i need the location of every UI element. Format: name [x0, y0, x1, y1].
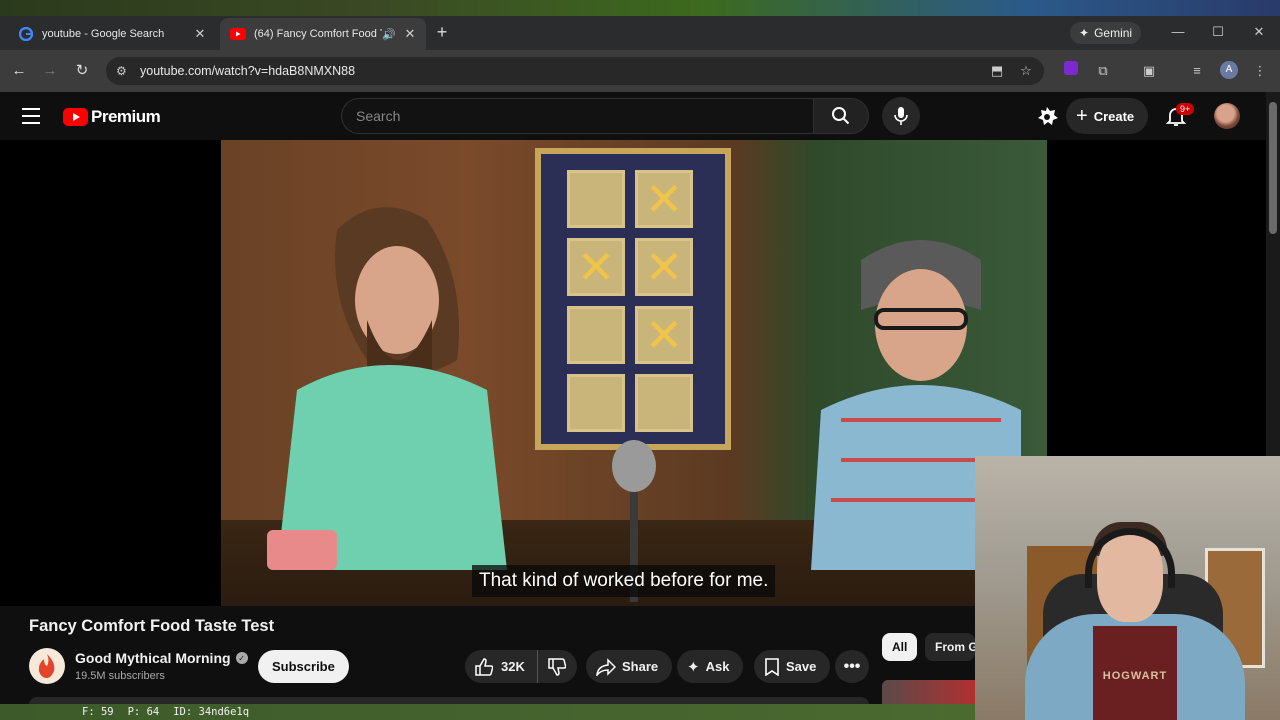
thumbs-up-icon: [475, 657, 493, 676]
create-button[interactable]: + Create: [1066, 98, 1149, 134]
channel-name[interactable]: Good Mythical Morning ✓: [75, 650, 248, 666]
like-button[interactable]: 32K: [465, 650, 538, 683]
search-box[interactable]: [341, 98, 813, 134]
shirt-print-text: HOGWART: [1102, 670, 1168, 682]
dislike-button[interactable]: [538, 657, 566, 676]
sparkle-icon: ✦: [687, 658, 700, 676]
browser-menu-icon[interactable]: ⋮: [1250, 61, 1270, 81]
chip-from-channel[interactable]: From G: [925, 633, 975, 661]
site-info-icon[interactable]: ⚙: [116, 64, 132, 78]
media-controls-icon[interactable]: ≡: [1187, 61, 1207, 81]
tab-google-search[interactable]: youtube - Google Search ✕: [8, 18, 216, 50]
sparkle-icon: ✦: [1079, 26, 1090, 40]
channel-avatar[interactable]: [29, 648, 65, 684]
status-frames: F: 59: [82, 706, 114, 718]
like-dislike-group: 32K: [465, 650, 577, 683]
create-label: Create: [1093, 108, 1135, 124]
extensions-puzzle-icon[interactable]: ⧉: [1093, 61, 1113, 81]
stream-status-bar: F: 59 P: 64 ID: 34nd6e1q: [0, 704, 975, 720]
host-left-figure: [267, 207, 507, 570]
maximize-icon[interactable]: ☐: [1208, 24, 1228, 40]
save-button[interactable]: Save: [754, 650, 831, 683]
bookmark-icon: [765, 657, 779, 676]
search-input[interactable]: [342, 99, 813, 133]
bookmark-star-icon[interactable]: ☆: [1016, 61, 1036, 81]
share-button[interactable]: Share: [586, 650, 673, 683]
notification-count-badge: 9+: [1176, 103, 1195, 115]
flame-logo-icon: [38, 654, 55, 678]
youtube-logo[interactable]: Premium: [63, 107, 161, 127]
account-avatar[interactable]: [1214, 103, 1240, 129]
plus-icon: +: [1076, 104, 1088, 127]
speaker-icon[interactable]: 🔊: [382, 28, 396, 41]
channel-name-text[interactable]: Good Mythical Morning: [75, 650, 231, 666]
search-button[interactable]: [813, 98, 869, 134]
browser-profile-avatar[interactable]: A: [1220, 61, 1238, 79]
window-close-icon[interactable]: ✕: [1249, 24, 1269, 40]
tab-youtube-video[interactable]: (64) Fancy Comfort Food Ta 🔊 ✕: [220, 18, 426, 50]
close-icon[interactable]: ✕: [192, 26, 208, 42]
subscriber-count: 19.5M subscribers: [75, 670, 165, 682]
new-tab-button[interactable]: +: [432, 22, 452, 43]
back-arrow-icon[interactable]: ←: [9, 61, 29, 81]
more-actions-button[interactable]: •••: [835, 650, 869, 683]
ask-label: Ask: [705, 659, 730, 674]
search-icon: [832, 107, 850, 125]
subscribe-button[interactable]: Subscribe: [258, 650, 349, 683]
more-horizontal-icon: •••: [843, 657, 861, 675]
ask-button[interactable]: ✦ Ask: [677, 650, 744, 683]
minimize-icon[interactable]: —: [1168, 24, 1188, 39]
reload-icon[interactable]: ↻: [72, 61, 92, 81]
close-icon[interactable]: ✕: [402, 26, 418, 42]
tab-title: youtube - Google Search: [42, 28, 165, 40]
guide-menu-icon[interactable]: [22, 108, 40, 124]
video-frame[interactable]: ✕ ✕ ✕ ✕ That kind of worked before for m…: [221, 140, 1047, 606]
install-app-icon[interactable]: ⬒: [987, 61, 1007, 81]
verified-check-icon: ✓: [235, 652, 248, 664]
creator-tools-icon[interactable]: [1036, 105, 1058, 127]
google-icon: [18, 26, 34, 42]
youtube-icon: [230, 26, 246, 42]
share-label: Share: [622, 659, 659, 674]
tab-title: (64) Fancy Comfort Food Ta: [254, 28, 382, 40]
menu-board: ✕ ✕ ✕ ✕: [535, 148, 731, 450]
closed-caption: That kind of worked before for me.: [472, 565, 776, 597]
gemini-button[interactable]: ✦ Gemini: [1070, 22, 1142, 44]
save-label: Save: [786, 659, 817, 674]
thumbs-down-icon: [548, 657, 566, 676]
chip-all[interactable]: All: [882, 633, 918, 661]
logo-premium-text: Premium: [91, 107, 161, 126]
like-count: 32K: [501, 659, 525, 674]
url-bar[interactable]: ⚙ youtube.com/watch?v=hdaB8NMXN88: [106, 57, 1044, 85]
url-text[interactable]: youtube.com/watch?v=hdaB8NMXN88: [140, 64, 1044, 78]
webcam-overlay: HOGWART: [975, 456, 1280, 720]
status-packets: P: 64: [127, 706, 160, 718]
scrollbar-thumb[interactable]: [1269, 102, 1277, 234]
microphone-icon: [894, 107, 908, 125]
recommended-video-thumbnail[interactable]: [882, 680, 975, 704]
forward-arrow-icon[interactable]: →: [40, 61, 60, 81]
share-arrow-icon: [596, 657, 616, 676]
voice-search-button[interactable]: [882, 97, 920, 135]
side-panel-icon[interactable]: ▣: [1139, 61, 1159, 81]
gemini-label: Gemini: [1094, 26, 1133, 40]
extension-icon[interactable]: [1061, 61, 1081, 81]
youtube-play-icon: [63, 108, 88, 126]
status-id: ID: 34nd6e1q: [173, 706, 250, 718]
video-title: Fancy Comfort Food Taste Test: [29, 617, 275, 635]
